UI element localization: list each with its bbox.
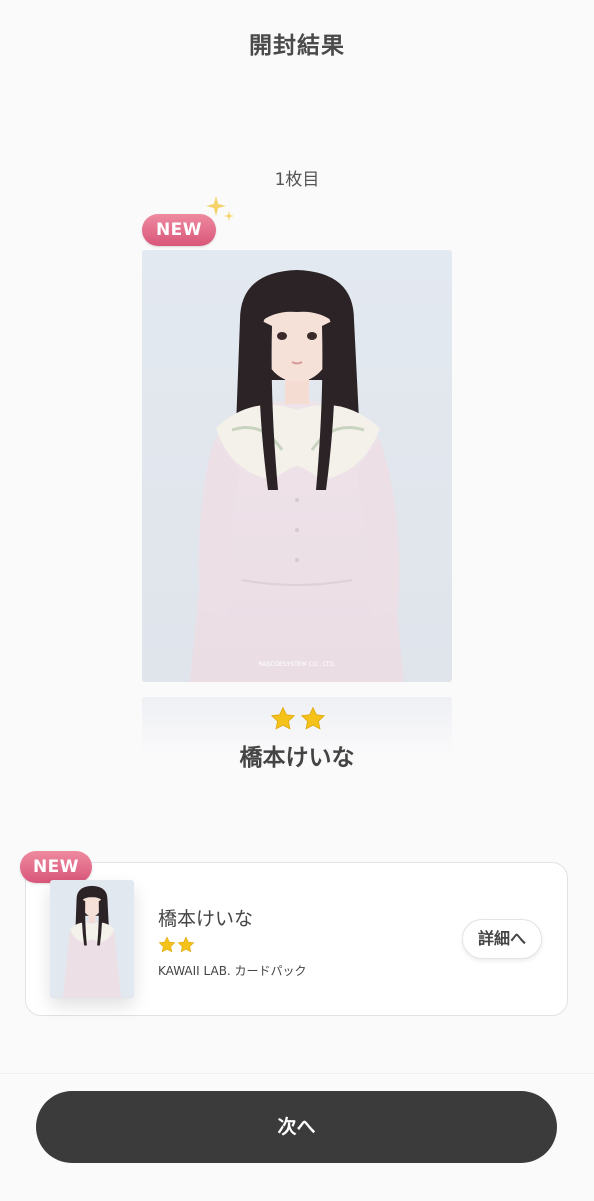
portrait-thumbnail-image bbox=[50, 880, 134, 998]
portrait-image: RASCOESYSTEM CO., LTD. bbox=[142, 250, 452, 682]
page-title: 開封結果 bbox=[249, 33, 345, 59]
card-count-label: 1枚目 bbox=[274, 170, 320, 190]
star-icon bbox=[270, 706, 296, 730]
next-button[interactable]: 次へ bbox=[36, 1091, 557, 1163]
new-badge: NEW bbox=[142, 214, 216, 246]
rarity-stars bbox=[270, 706, 326, 732]
item-pack-name: KAWAII LAB. カードパック bbox=[158, 964, 307, 978]
item-rarity-stars bbox=[158, 936, 195, 954]
detail-button[interactable]: 詳細へ bbox=[462, 919, 542, 959]
star-icon bbox=[177, 936, 195, 953]
card-photo[interactable]: RASCOESYSTEM CO., LTD. bbox=[142, 250, 452, 682]
star-icon bbox=[300, 706, 326, 730]
item-name: 橋本けいな bbox=[158, 908, 254, 930]
new-badge: NEW bbox=[20, 851, 92, 883]
card-name: 橋本けいな bbox=[239, 745, 355, 771]
photo-credit: RASCOESYSTEM CO., LTD. bbox=[258, 661, 336, 668]
star-icon bbox=[158, 936, 176, 953]
card-thumbnail[interactable] bbox=[50, 880, 134, 998]
